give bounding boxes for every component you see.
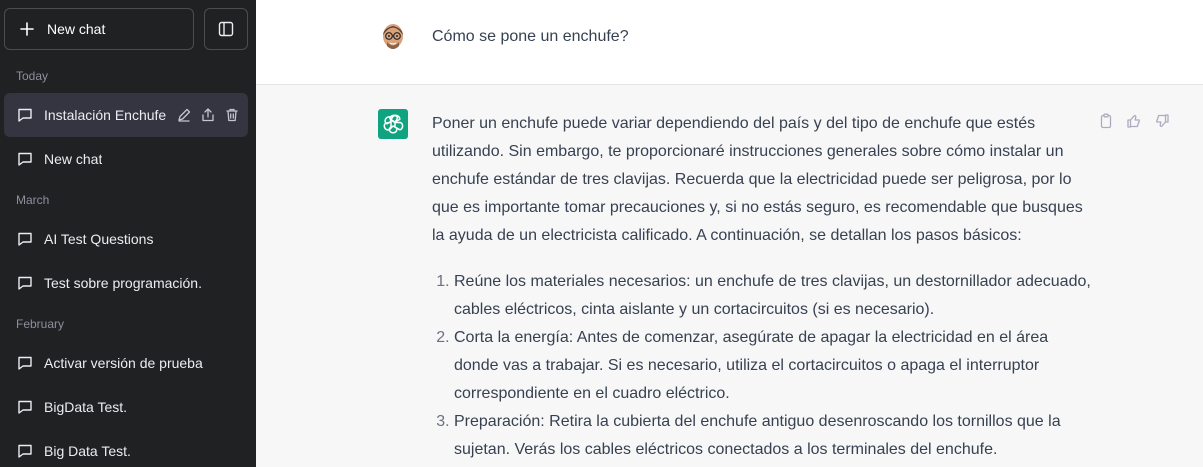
message-icon [18,356,32,370]
trash-icon[interactable] [224,107,240,123]
assistant-message-text: Poner un enchufe puede variar dependiend… [432,110,1092,464]
pencil-icon[interactable] [176,107,192,123]
sidebar-item-label: Activar versión de prueba [44,355,203,371]
sidebar-item-label: Instalación Enchufe [44,107,167,123]
sidebar-item-bigdata-test[interactable]: BigData Test. [4,385,248,429]
list-item: Reúne los materiales necesarios: un ench… [454,268,1092,324]
avatar [378,22,408,52]
sidebar-toggle-icon [218,21,234,37]
sidebar-item-label: BigData Test. [44,399,128,415]
sidebar-item-ai-test-questions[interactable]: AI Test Questions [4,217,248,261]
message-icon [18,444,32,458]
sidebar: New chat Today Instalación Enchufe New c… [0,0,256,467]
sidebar-item-new-chat[interactable]: New chat [4,137,248,181]
clipboard-icon[interactable] [1098,113,1114,129]
user-message-text: Cómo se pone un enchufe? [432,28,629,45]
section-label-march: March [16,193,50,207]
sidebar-item-label: New chat [44,151,103,167]
user-message-row: Cómo se pone un enchufe? [256,0,1203,85]
sidebar-item-instalacion-enchufe[interactable]: Instalación Enchufe [4,93,248,137]
message-icon [18,400,32,414]
message-icon [18,108,32,122]
message-icon [18,152,32,166]
sidebar-toggle-button[interactable] [204,8,248,50]
plus-icon [20,22,34,36]
assistant-message-row: Poner un enchufe puede variar dependiend… [256,85,1203,467]
new-chat-label: New chat [47,21,106,37]
openai-logo-icon [378,109,408,139]
sidebar-item-label: Test sobre programación. [44,275,202,291]
sidebar-item-activar-version[interactable]: Activar versión de prueba [4,341,248,385]
sidebar-item-label: Big Data Test. [44,443,131,459]
sidebar-item-big-data-test[interactable]: Big Data Test. [4,429,248,467]
message-icon [18,276,32,290]
sidebar-item-test-programacion[interactable]: Test sobre programación. [4,261,248,305]
share-icon[interactable] [200,107,216,123]
steps-list: Reúne los materiales necesarios: un ench… [432,268,1092,464]
new-chat-button[interactable]: New chat [4,8,194,50]
message-icon [18,232,32,246]
message-actions [1098,113,1170,129]
sidebar-item-label: AI Test Questions [44,231,154,247]
section-label-today: Today [16,69,49,83]
list-item: Corta la energía: Antes de comenzar, ase… [454,324,1092,408]
answer-intro: Poner un enchufe puede variar dependiend… [432,115,1083,244]
list-item: Preparación: Retira la cubierta del ench… [454,408,1092,464]
thumbs-up-icon[interactable] [1126,113,1142,129]
conversation-area: Cómo se pone un enchufe? Poner un enchuf… [256,0,1203,467]
thumbs-down-icon[interactable] [1154,113,1170,129]
section-label-february: February [16,317,65,331]
